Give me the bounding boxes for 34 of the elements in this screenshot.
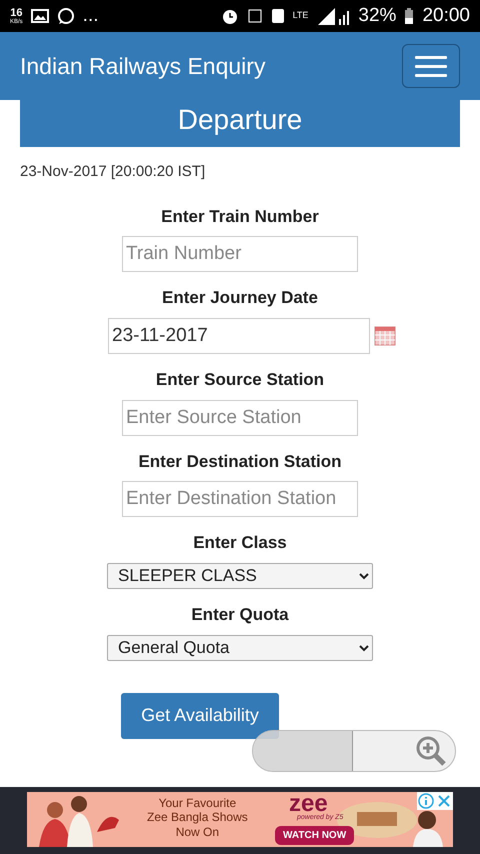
info-icon[interactable] [418,793,434,809]
clock-time: 20:00 [422,4,470,28]
ad-text: Your Favourite Zee Bangla Shows Now On [147,796,248,840]
signal-icon [316,6,350,26]
battery-icon [404,8,414,24]
chat-icon [56,7,75,25]
battery-percent: 32% [358,4,396,28]
field-label: Enter Source Station [156,370,324,390]
zoom-control[interactable] [252,730,456,772]
text-field[interactable]: Train Number [122,236,358,272]
more-notifications: ... [82,4,99,28]
panel-heading: Departure [20,100,460,147]
field-label: Enter Train Number [161,208,319,226]
text-field[interactable]: Enter Destination Station [122,481,358,518]
calendar-icon[interactable] [374,326,396,346]
watch-now-button[interactable]: WATCH NOW [275,826,354,845]
text-field[interactable]: Enter Source Station [122,400,358,436]
alarm-icon [220,7,239,25]
field-label: Enter Quota [191,606,289,625]
submit-button[interactable]: Get Availability [121,692,279,739]
sim-icon [270,8,285,24]
date-field[interactable]: 23-11-2017 [108,318,370,354]
zoom-in-icon[interactable] [415,735,447,767]
image-icon [30,9,49,23]
dropdown[interactable]: General Quota [107,634,373,661]
field-label: Enter Journey Date [162,289,318,308]
menu-button[interactable] [402,44,460,88]
dropdown[interactable]: SLEEPER CLASS [107,562,373,589]
close-icon[interactable] [436,793,452,809]
app-title: Indian Railways Enquiry [20,52,266,81]
field-label: Enter Class [193,534,287,553]
network-type: LTE [292,9,308,22]
field-label: Enter Destination Station [138,452,342,472]
timestamp: 23-Nov-2017 [20:00:20 IST] [20,162,206,182]
